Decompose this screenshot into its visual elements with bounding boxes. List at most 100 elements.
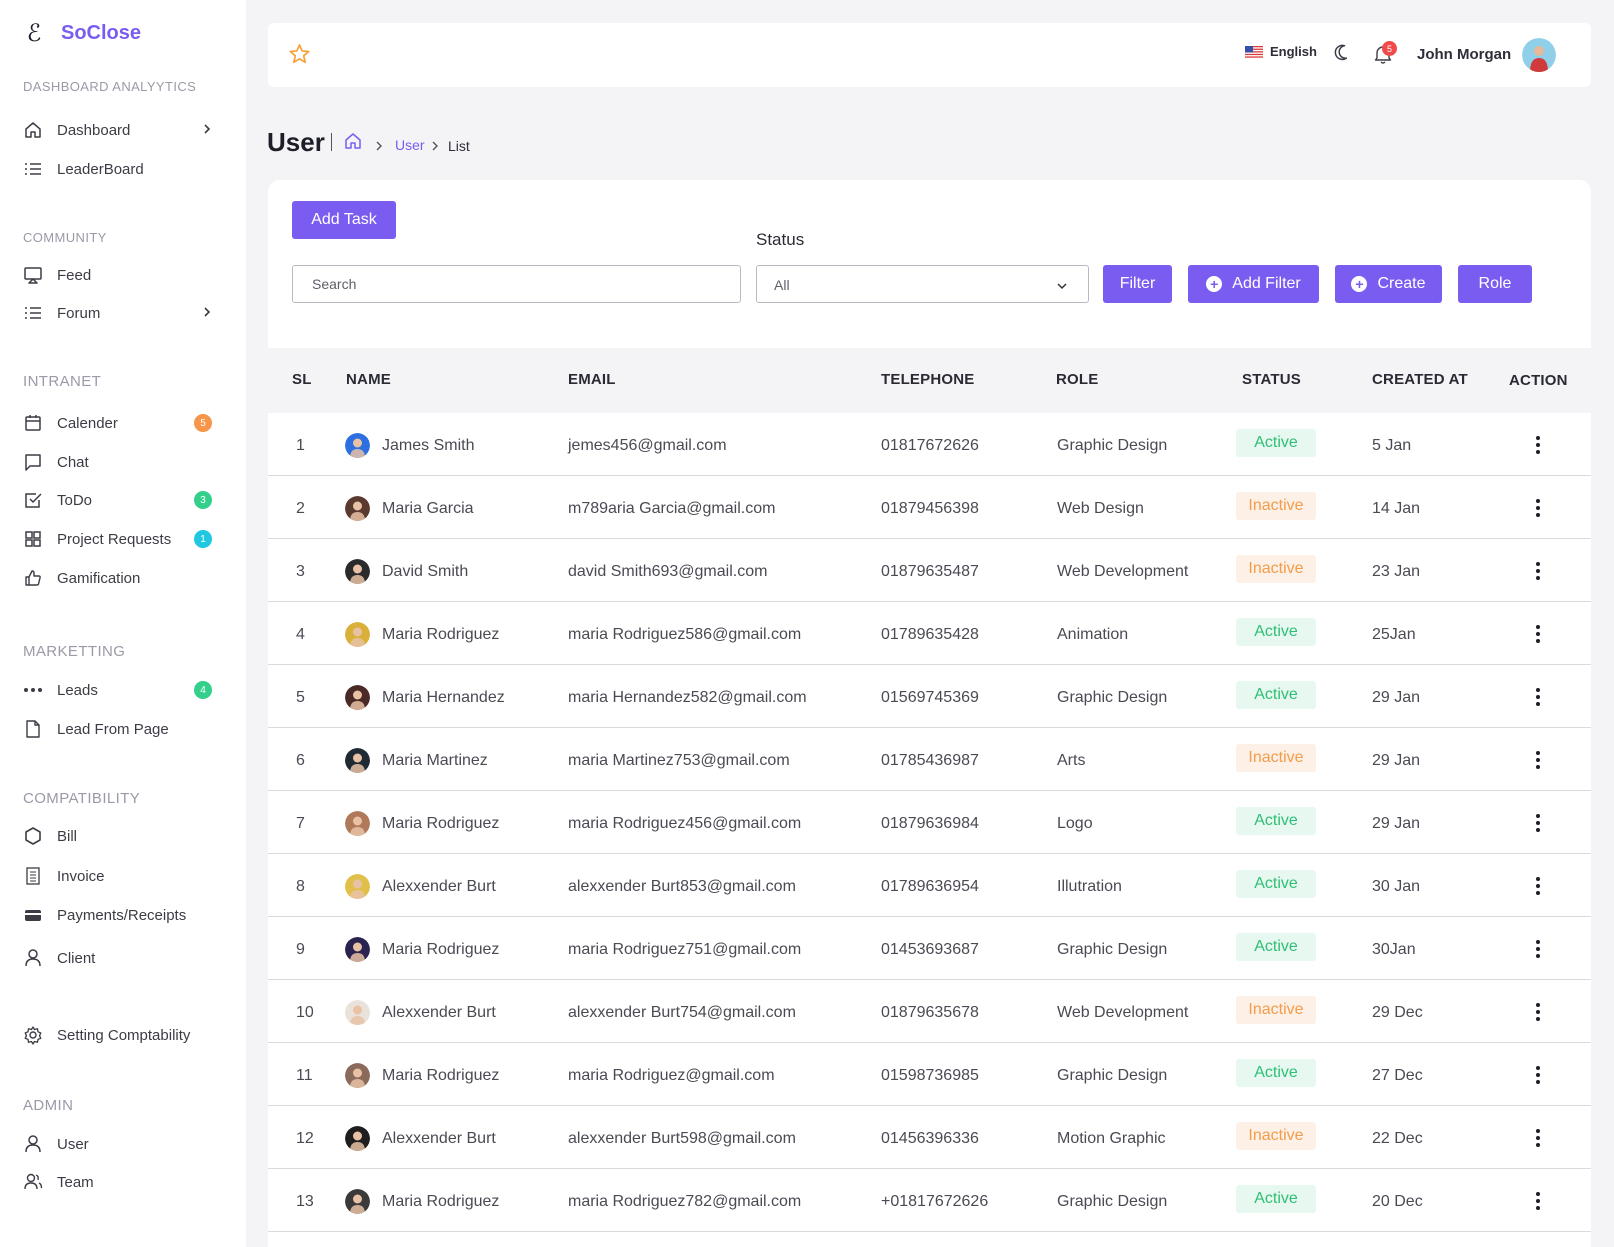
- cell-email: alexxender Burt853@gmail.com: [568, 878, 796, 895]
- sidebar-item-label: ToDo: [57, 491, 93, 509]
- cell-sl: 2: [296, 500, 305, 517]
- cell-role: Web Development: [1057, 563, 1189, 580]
- sidebar-item-label: Bill: [57, 827, 78, 845]
- column-header-name: NAME: [346, 371, 391, 388]
- table-row[interactable]: 1 James Smith jemes456@gmail.com 0181767262…: [268, 413, 1591, 476]
- more-vertical-icon[interactable]: [1530, 874, 1546, 898]
- table-row[interactable]: 9 Maria Rodriguez maria Rodriguez751@gmail…: [268, 917, 1591, 980]
- calendar-icon: [22, 412, 44, 434]
- cell-name: Alexxender Burt: [382, 1130, 496, 1147]
- table-row[interactable]: 6 Maria Martinez maria Martinez753@gmail.c…: [268, 728, 1591, 791]
- breadcrumb-home-icon[interactable]: [344, 132, 362, 155]
- cell-role: Web Development: [1057, 1004, 1189, 1021]
- cell-email: maria Martinez753@gmail.com: [568, 752, 790, 769]
- more-vertical-icon[interactable]: [1530, 1189, 1546, 1213]
- user-name[interactable]: John Morgan: [1417, 46, 1511, 63]
- cell-created-at: 29 Jan: [1372, 752, 1421, 769]
- table-row[interactable]: 10 Alexxender Burt alexxender Burt754@gmai…: [268, 980, 1591, 1043]
- sidebar-item-dashboard[interactable]: Dashboard: [22, 115, 222, 145]
- table-row[interactable]: 11 Maria Rodriguez maria Rodriguez@gmail.c…: [268, 1043, 1591, 1106]
- add-filter-button[interactable]: + Add Filter: [1188, 265, 1319, 303]
- more-vertical-icon[interactable]: [1530, 433, 1546, 457]
- cell-telephone: 01879635487: [881, 563, 979, 580]
- sidebar-item-leaderboard[interactable]: LeaderBoard: [22, 154, 222, 184]
- user-avatar: [345, 1063, 370, 1088]
- cell-role: Graphic Design: [1057, 437, 1168, 454]
- leads-count-badge: 4: [194, 681, 212, 699]
- cell-sl: 9: [296, 941, 305, 958]
- add-filter-label: Add Filter: [1232, 275, 1301, 292]
- star-icon[interactable]: [288, 43, 311, 70]
- sidebar-item-forum[interactable]: Forum: [22, 298, 222, 328]
- sidebar-item-project-requests[interactable]: Project Requests 1: [22, 524, 222, 554]
- sidebar-item-gamification[interactable]: Gamification: [22, 563, 222, 593]
- sidebar-item-calender[interactable]: Calender 5: [22, 408, 222, 438]
- table-row[interactable]: 12 Alexxender Burt alexxender Burt598@gmai…: [268, 1106, 1591, 1169]
- sidebar-item-leads[interactable]: Leads 4: [22, 675, 222, 705]
- filter-button[interactable]: Filter: [1103, 265, 1172, 303]
- more-vertical-icon[interactable]: [1530, 559, 1546, 583]
- more-vertical-icon[interactable]: [1530, 748, 1546, 772]
- section-title-dashboard: DASHBOARD ANALYYTICS: [23, 79, 197, 94]
- more-vertical-icon[interactable]: [1530, 937, 1546, 961]
- more-vertical-icon[interactable]: [1530, 811, 1546, 835]
- cell-telephone: 01453693687: [881, 941, 979, 958]
- table-row[interactable]: 7 Maria Rodriguez maria Rodriguez456@gmail…: [268, 791, 1591, 854]
- cell-created-at: 29 Jan: [1372, 689, 1421, 706]
- table-row[interactable]: 4 Maria Rodriguez maria Rodriguez586@gmail…: [268, 602, 1591, 665]
- brand[interactable]: ℰ SoClose: [22, 19, 141, 47]
- sidebar-item-user[interactable]: User: [22, 1129, 222, 1159]
- search-input[interactable]: [292, 265, 741, 303]
- status-badge: Inactive: [1236, 555, 1316, 583]
- table-row[interactable]: 13 Maria Rodriguez maria Rodriguez782@gmai…: [268, 1169, 1591, 1232]
- sidebar-item-chat[interactable]: Chat: [22, 447, 222, 477]
- sidebar-item-label: Leads: [57, 681, 98, 699]
- cell-role: Graphic Design: [1057, 1193, 1168, 1210]
- cell-role: Animation: [1057, 626, 1129, 643]
- more-vertical-icon[interactable]: [1530, 622, 1546, 646]
- sidebar-item-setting-comptability[interactable]: Setting Comptability: [22, 1020, 222, 1050]
- cell-created-at: 23 Jan: [1372, 563, 1421, 580]
- more-vertical-icon[interactable]: [1530, 685, 1546, 709]
- language-label: English: [1270, 44, 1317, 59]
- table-row[interactable]: 8 Alexxender Burt alexxender Burt853@gmail…: [268, 854, 1591, 917]
- sidebar-item-client[interactable]: Client: [22, 943, 222, 973]
- title-divider: [331, 133, 332, 151]
- more-vertical-icon[interactable]: [1530, 1000, 1546, 1024]
- create-button[interactable]: + Create: [1335, 265, 1442, 303]
- table-row[interactable]: 3 David Smith david Smith693@gmail.com 0187…: [268, 539, 1591, 602]
- invoice-icon: [22, 865, 44, 887]
- status-badge: Active: [1236, 1185, 1316, 1213]
- breadcrumb-current: List: [448, 138, 470, 154]
- status-badge: Inactive: [1236, 996, 1316, 1024]
- cell-name: Maria Rodriguez: [382, 1193, 500, 1210]
- user-avatar[interactable]: [1522, 38, 1556, 72]
- sidebar-item-payments-receipts[interactable]: Payments/Receipts: [22, 900, 222, 930]
- more-vertical-icon[interactable]: [1530, 496, 1546, 520]
- table-row[interactable]: 2 Maria Garcia m789aria Garcia@gmail.com 01…: [268, 476, 1591, 539]
- user-avatar: [345, 433, 370, 458]
- table-row[interactable]: 5 Maria Hernandez maria Hernandez582@gmail…: [268, 665, 1591, 728]
- more-vertical-icon[interactable]: [1530, 1063, 1546, 1087]
- sidebar-item-invoice[interactable]: Invoice: [22, 861, 222, 891]
- sidebar-item-todo[interactable]: ToDo 3: [22, 485, 222, 515]
- cell-telephone: 01879456398: [881, 500, 979, 517]
- breadcrumb-user-link[interactable]: User: [395, 137, 425, 153]
- sidebar-item-lead-from-page[interactable]: Lead From Page: [22, 714, 222, 744]
- cell-telephone: +01817672626: [881, 1193, 989, 1210]
- status-badge: Active: [1236, 429, 1316, 457]
- user-avatar: [345, 496, 370, 521]
- sidebar-item-team[interactable]: Team: [22, 1167, 222, 1197]
- language-selector[interactable]: English: [1245, 44, 1317, 59]
- role-button[interactable]: Role: [1458, 265, 1532, 303]
- sidebar-item-bill[interactable]: Bill: [22, 821, 222, 851]
- sidebar-item-label: Team: [57, 1173, 94, 1191]
- status-select[interactable]: All: [756, 265, 1089, 303]
- user-avatar: [345, 1189, 370, 1214]
- cell-sl: 10: [296, 1004, 314, 1021]
- more-vertical-icon[interactable]: [1530, 1126, 1546, 1150]
- sidebar-item-feed[interactable]: Feed: [22, 260, 222, 290]
- moon-icon[interactable]: [1334, 43, 1354, 68]
- add-task-button[interactable]: Add Task: [292, 201, 396, 239]
- user-avatar: [345, 748, 370, 773]
